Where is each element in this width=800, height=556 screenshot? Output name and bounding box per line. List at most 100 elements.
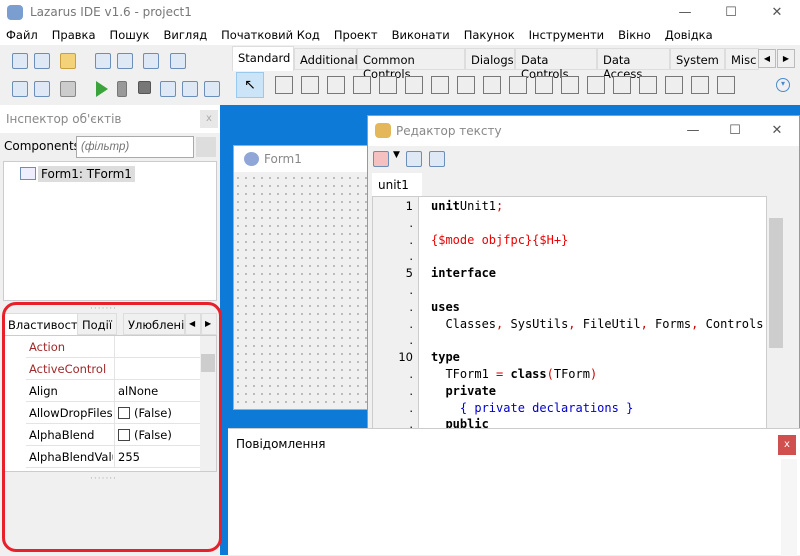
menu-item[interactable]: Виконати xyxy=(392,25,456,45)
tree-item-form1[interactable]: Form1: TForm1 xyxy=(38,166,135,182)
tframe-icon[interactable] xyxy=(691,76,709,94)
menu-item[interactable]: Файл xyxy=(6,25,44,45)
dropdown-arrow-icon[interactable]: ▼ xyxy=(393,150,400,160)
code-line: TForm1 = class(TForm) xyxy=(431,367,597,381)
menu-item[interactable]: Вигляд xyxy=(164,25,214,45)
palette-tab[interactable]: Data Access xyxy=(597,48,670,81)
code-line: type xyxy=(431,350,460,364)
code-token: Controls xyxy=(698,316,764,331)
tmemo-icon[interactable] xyxy=(405,76,423,94)
inspector-title: Інспектор об'єктів xyxy=(0,105,220,133)
palette-scroll-right-button[interactable]: ▶ xyxy=(777,49,795,68)
editor-close-button[interactable]: ✕ xyxy=(754,118,800,143)
tpanel-icon[interactable] xyxy=(665,76,683,94)
jump-forward-icon[interactable] xyxy=(429,151,445,167)
stop-icon[interactable] xyxy=(138,81,151,94)
tlistbox-icon[interactable] xyxy=(509,76,527,94)
menu-item[interactable]: Правка xyxy=(52,25,102,45)
code-line: Classes, SysUtils, FileUtil, Forms, Cont… xyxy=(431,317,763,331)
palette-menu-icon[interactable]: ▾ xyxy=(776,78,790,92)
editor-minimize-button[interactable]: — xyxy=(670,118,716,143)
view-forms-icon[interactable] xyxy=(170,53,186,69)
palette-tab[interactable]: Misc xyxy=(725,48,759,70)
pause-icon[interactable] xyxy=(117,81,127,97)
close-button[interactable]: ✕ xyxy=(754,0,800,25)
tcombobox-icon[interactable] xyxy=(535,76,553,94)
line-number: . xyxy=(409,215,413,230)
tgroupbox-icon[interactable] xyxy=(587,76,605,94)
menu-item[interactable]: Пакунок xyxy=(464,25,521,45)
code-line: unitUnit1; xyxy=(431,199,503,213)
code-token: unit xyxy=(431,199,460,213)
jump-to-icon[interactable] xyxy=(373,151,389,167)
tradiogroup-icon[interactable] xyxy=(613,76,631,94)
tedit-icon[interactable] xyxy=(379,76,397,94)
palette-tab[interactable]: Dialogs xyxy=(465,48,515,70)
toggle-form-unit-icon[interactable] xyxy=(143,53,159,69)
menu-item[interactable]: Пошук xyxy=(110,25,156,45)
component-palette: Standard Additional Common Controls Dialogs… xyxy=(230,46,800,104)
menu-item[interactable]: Довідка xyxy=(665,25,719,45)
messages-window: Повідомлення x xyxy=(228,428,800,556)
palette-tab[interactable]: Data Controls xyxy=(515,48,597,81)
messages-scrollbar[interactable] xyxy=(781,459,797,556)
palette-tab[interactable]: Standard xyxy=(232,46,294,71)
tlabel-icon[interactable] xyxy=(353,76,371,94)
editor-maximize-button[interactable]: ☐ xyxy=(712,118,758,143)
messages-close-button[interactable]: x xyxy=(778,435,796,455)
jump-back-icon[interactable] xyxy=(406,151,422,167)
step-into-icon[interactable] xyxy=(160,81,176,97)
menu-item[interactable]: Вікно xyxy=(618,25,657,45)
inspector-close-button[interactable]: x xyxy=(200,110,218,128)
components-filter-input[interactable] xyxy=(76,136,194,158)
highlight-outline xyxy=(2,302,222,552)
new-unit-icon[interactable] xyxy=(12,53,28,69)
minimize-button[interactable]: — xyxy=(662,0,708,25)
code-token: , xyxy=(640,316,648,331)
editor-vertical-scrollbar[interactable] xyxy=(768,196,784,431)
ttogglebox-icon[interactable] xyxy=(431,76,449,94)
run-icon[interactable] xyxy=(96,81,108,97)
save-icon[interactable] xyxy=(95,53,111,69)
palette-tab[interactable]: System xyxy=(670,48,725,70)
menu-item[interactable]: Інструменти xyxy=(529,25,610,45)
menu-item[interactable]: Проект xyxy=(334,25,384,45)
tbutton-icon[interactable] xyxy=(327,76,345,94)
tpopupmenu-icon[interactable] xyxy=(301,76,319,94)
view-forms2-icon[interactable] xyxy=(34,81,50,97)
code-editor[interactable]: 1... 5.... 10.... unitUnit1; {$mode objfpc}… xyxy=(372,196,767,431)
menu-bar: Файл Правка Пошук Вигляд Початковий Код Проек… xyxy=(0,25,800,45)
tcheckbox-icon[interactable] xyxy=(457,76,475,94)
tcheckgroup-icon[interactable] xyxy=(639,76,657,94)
code-token: , xyxy=(568,316,576,331)
open-icon[interactable] xyxy=(60,53,76,69)
save-all-icon[interactable] xyxy=(117,53,133,69)
palette-tab[interactable]: Common Controls xyxy=(357,48,465,81)
tscrollbar-icon[interactable] xyxy=(561,76,579,94)
code-token: type xyxy=(431,350,460,365)
palette-tab[interactable]: Additional xyxy=(294,48,358,70)
clear-filter-icon[interactable] xyxy=(196,137,216,157)
code-token: class xyxy=(503,367,547,381)
menu-item[interactable]: Початковий Код xyxy=(221,25,326,45)
maximize-button[interactable]: ☐ xyxy=(708,0,754,25)
code-line: { private declarations } xyxy=(431,401,633,415)
step-over-icon[interactable] xyxy=(182,81,198,97)
code-token: Unit1 xyxy=(459,199,497,213)
code-line: uses xyxy=(431,300,460,314)
code-token: ( xyxy=(546,367,554,381)
tradiobutton-icon[interactable] xyxy=(483,76,501,94)
step-out-icon[interactable] xyxy=(204,81,220,97)
form-designer-window[interactable]: Form1 xyxy=(233,145,375,410)
view-units-icon[interactable] xyxy=(12,81,28,97)
component-tree: Form1: TForm1 xyxy=(3,161,217,301)
tmainmenu-icon[interactable] xyxy=(275,76,293,94)
select-pointer-button[interactable]: ↖ xyxy=(236,72,264,98)
title-bar: Lazarus IDE v1.6 - project1 — ☐ ✕ xyxy=(0,0,800,25)
build-gear-icon[interactable] xyxy=(60,81,76,97)
form-design-grid[interactable] xyxy=(234,174,374,409)
tactionlist-icon[interactable] xyxy=(717,76,735,94)
new-form-icon[interactable] xyxy=(34,53,50,69)
palette-scroll-left-button[interactable]: ◀ xyxy=(758,49,776,68)
tab-unit1[interactable]: unit1 xyxy=(372,173,422,197)
